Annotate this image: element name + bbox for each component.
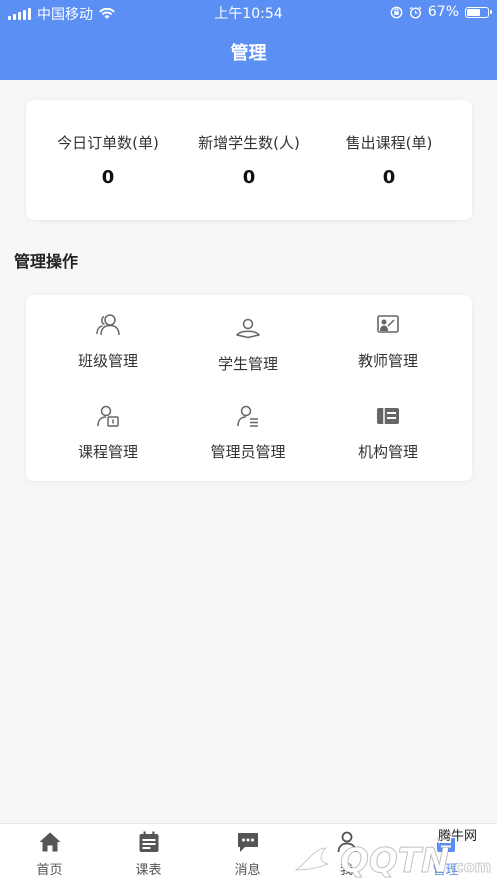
tab-label: 课表 bbox=[135, 863, 162, 878]
stat-label: 新增学生数(人) bbox=[198, 134, 300, 152]
op-label: 教师管理 bbox=[357, 352, 418, 370]
tab-manage[interactable]: 管理 bbox=[396, 830, 495, 878]
stat-orders-today: 今日订单数(单) 0 bbox=[28, 132, 188, 188]
stats-card: 今日订单数(单) 0 新增学生数(人) 0 售出课程(单) 0 bbox=[26, 100, 472, 220]
op-label: 课程管理 bbox=[77, 443, 138, 461]
teacher-board-icon bbox=[377, 315, 399, 333]
op-label: 班级管理 bbox=[77, 352, 138, 370]
tab-me[interactable]: 我 bbox=[297, 830, 396, 878]
op-student-management[interactable]: 学生管理 bbox=[173, 315, 323, 374]
stat-label: 售出课程(单) bbox=[345, 134, 433, 152]
tab-schedule[interactable]: 课表 bbox=[99, 830, 198, 878]
battery-percent: 67% bbox=[427, 4, 459, 20]
status-bar: 中国移动 上午10:54 67% bbox=[0, 0, 497, 24]
operations-card: 班级管理 学生管理 教师管理 课程管理 管理员管理 机构管理 bbox=[26, 295, 472, 481]
calendar-icon bbox=[139, 831, 158, 852]
stat-value: 0 bbox=[382, 167, 396, 188]
tab-label: 消息 bbox=[234, 863, 261, 878]
tab-messages[interactable]: 消息 bbox=[198, 830, 297, 878]
tab-label: 我 bbox=[339, 863, 353, 878]
op-institution-management[interactable]: 机构管理 bbox=[313, 403, 463, 462]
message-icon bbox=[237, 833, 258, 852]
home-icon bbox=[39, 832, 60, 852]
tab-bar: 首页 课表 消息 我 管理 bbox=[0, 823, 497, 883]
nav-bar: 管理 bbox=[0, 24, 497, 80]
op-class-management[interactable]: 班级管理 bbox=[33, 312, 183, 371]
op-label: 机构管理 bbox=[357, 443, 418, 461]
page-title: 管理 bbox=[230, 43, 267, 64]
op-label: 学生管理 bbox=[217, 355, 278, 373]
stat-new-students: 新增学生数(人) 0 bbox=[169, 132, 329, 188]
stat-value: 0 bbox=[101, 167, 115, 188]
admin-list-icon bbox=[237, 405, 258, 427]
tab-label: 管理 bbox=[432, 863, 459, 878]
manage-icon bbox=[436, 832, 455, 852]
op-label: 管理员管理 bbox=[210, 443, 286, 461]
alarm-icon bbox=[409, 6, 422, 19]
rotation-lock-icon bbox=[390, 6, 403, 18]
course-icon bbox=[97, 405, 119, 427]
tab-home[interactable]: 首页 bbox=[0, 830, 99, 878]
op-course-management[interactable]: 课程管理 bbox=[33, 403, 183, 462]
student-icon bbox=[236, 318, 260, 339]
op-teacher-management[interactable]: 教师管理 bbox=[313, 312, 463, 371]
op-admin-management[interactable]: 管理员管理 bbox=[173, 403, 323, 462]
tab-label: 首页 bbox=[36, 863, 63, 878]
stat-courses-sold: 售出课程(单) 0 bbox=[309, 132, 469, 188]
users-icon bbox=[96, 314, 120, 336]
institution-icon bbox=[377, 408, 399, 424]
stat-value: 0 bbox=[242, 167, 256, 188]
section-title: 管理操作 bbox=[14, 252, 79, 271]
stat-label: 今日订单数(单) bbox=[57, 134, 159, 152]
battery-icon bbox=[465, 6, 492, 18]
user-icon bbox=[337, 831, 356, 853]
